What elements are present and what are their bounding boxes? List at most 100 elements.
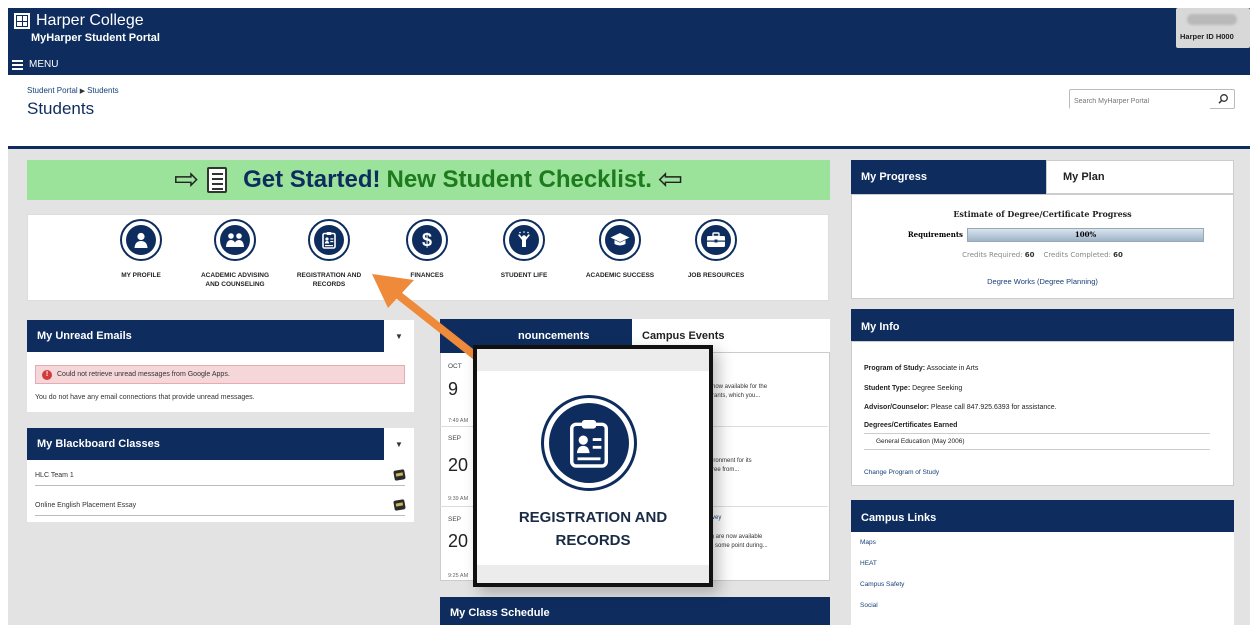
search-box bbox=[1069, 89, 1235, 111]
blackboard-icon bbox=[393, 499, 406, 511]
quick-link-registration-records[interactable]: REGISTRATION AND RECORDS bbox=[289, 219, 369, 290]
announcement-day: 20 bbox=[448, 455, 469, 475]
class-schedule-header: My Class Schedule bbox=[440, 597, 830, 625]
campus-link-safety[interactable]: Campus Safety bbox=[860, 581, 904, 588]
quick-link-job-resources[interactable]: JOB RESOURCES bbox=[676, 219, 756, 281]
college-name: Harper College bbox=[36, 12, 144, 29]
blackboard-class-name: HLC Team 1 bbox=[35, 472, 74, 479]
search-icon[interactable] bbox=[1217, 93, 1229, 105]
announcement-text-line2: ree from... bbox=[712, 467, 740, 473]
search-input[interactable] bbox=[1070, 92, 1210, 111]
zoom-label: REGISTRATION AND RECORDS bbox=[477, 506, 709, 553]
email-empty-message: You do not have any email connections th… bbox=[35, 394, 255, 401]
requirements-progress-bar: 100% bbox=[967, 228, 1204, 242]
blackboard-class-name: Online English Placement Essay bbox=[35, 502, 137, 509]
progress-tabs: My Progress My Plan bbox=[851, 160, 1234, 194]
page-title: Students bbox=[27, 99, 95, 118]
campus-link-social[interactable]: Social bbox=[860, 602, 878, 609]
campus-link-heat[interactable]: HEAT bbox=[860, 560, 877, 567]
degrees-label: Degrees/Certificates Earned bbox=[864, 422, 958, 429]
campus-links-header: Campus Links bbox=[851, 500, 1234, 532]
quick-link-label: ACADEMIC ADVISING AND COUNSELING bbox=[200, 272, 269, 288]
redacted-user-name bbox=[1187, 14, 1237, 25]
change-program-link[interactable]: Change Program of Study bbox=[864, 469, 939, 476]
advisor-row: Advisor/Counselor: Please call 847.925.6… bbox=[864, 404, 1057, 411]
breadcrumb-root[interactable]: Student Portal bbox=[27, 86, 78, 95]
tab-my-plan[interactable]: My Plan bbox=[1046, 160, 1234, 194]
degrees-row: Degrees/Certificates Earned bbox=[864, 422, 957, 429]
hamburger-icon bbox=[12, 59, 23, 70]
degree-earned: General Education (May 2006) bbox=[876, 438, 965, 445]
requirements-percent: 100% bbox=[1074, 230, 1097, 239]
announcement-day: 20 bbox=[448, 531, 469, 551]
campus-links-title: Campus Links bbox=[861, 512, 937, 524]
checklist-title-part1: Get Started! bbox=[243, 166, 381, 193]
degree-works-link[interactable]: Degree Works (Degree Planning) bbox=[852, 277, 1233, 286]
quick-link-label: MY PROFILE bbox=[121, 272, 161, 279]
new-student-checklist-banner[interactable]: ⇨ Get Started! New Student Checklist. ⇦ bbox=[27, 160, 830, 200]
blackboard-class-row[interactable]: HLC Team 1 bbox=[35, 468, 406, 486]
unread-emails-header: My Unread Emails ▼ bbox=[27, 320, 414, 352]
degrees-divider bbox=[864, 449, 1210, 450]
progress-body: Estimate of Degree/Certificate Progress … bbox=[851, 194, 1234, 299]
harper-logo[interactable]: Harper College bbox=[14, 12, 144, 30]
credits-completed-value: 60 bbox=[1113, 251, 1123, 259]
chevron-down-icon: ▼ bbox=[395, 439, 403, 449]
quick-link-academic-success[interactable]: ACADEMIC SUCCESS bbox=[580, 219, 660, 281]
student-type-label: Student Type: bbox=[864, 385, 911, 392]
menu-button[interactable]: MENU bbox=[12, 59, 58, 70]
harper-logo-icon bbox=[14, 13, 30, 29]
advisor-value: Please call 847.925.6393 for assistance. bbox=[930, 404, 1057, 411]
program-label: Program of Study: bbox=[864, 365, 926, 372]
announcement-link[interactable]: vey bbox=[712, 515, 721, 521]
credits-required-label: Credits Required: bbox=[962, 251, 1023, 259]
tab-my-progress-label: My Progress bbox=[861, 171, 928, 183]
tab-campus-events-label: Campus Events bbox=[642, 329, 725, 342]
student-type-value: Degree Seeking bbox=[912, 385, 963, 392]
announcement-text: ) are now available l some point during..… bbox=[712, 533, 822, 551]
program-of-study-row: Program of Study: Associate in Arts bbox=[864, 365, 978, 372]
menu-label: MENU bbox=[29, 59, 59, 70]
tab-my-progress[interactable]: My Progress bbox=[851, 160, 1046, 194]
my-info-header: My Info bbox=[851, 309, 1234, 341]
portal-name: MyHarper Student Portal bbox=[31, 32, 160, 44]
email-error-alert: ! Could not retrieve unread messages fro… bbox=[35, 365, 405, 384]
tab-my-plan-label: My Plan bbox=[1063, 171, 1105, 183]
quick-link-student-life[interactable]: STUDENT LIFE bbox=[484, 219, 564, 281]
blackboard-class-row[interactable]: Online English Placement Essay bbox=[35, 498, 406, 516]
quick-link-my-profile[interactable]: MY PROFILE bbox=[101, 219, 181, 281]
campus-link-maps[interactable]: Maps bbox=[860, 539, 876, 546]
user-account-box[interactable]: Harper ID H000 bbox=[1176, 8, 1250, 48]
breadcrumb-separator-icon: ▶ bbox=[79, 88, 86, 95]
dollar-icon: $ bbox=[406, 219, 448, 261]
requirements-label: Requirements bbox=[897, 228, 967, 242]
arrow-right-icon: ⇨ bbox=[173, 163, 200, 196]
announcement-text-line1: now available for the bbox=[712, 384, 768, 390]
quick-link-academic-advising[interactable]: ACADEMIC ADVISING AND COUNSELING bbox=[195, 219, 275, 290]
tab-announcements-label: nouncements bbox=[518, 330, 590, 342]
zoom-callout: REGISTRATION AND RECORDS bbox=[473, 345, 713, 587]
top-header: Harper College MyHarper Student Portal M… bbox=[8, 8, 1250, 75]
breadcrumb-current: Students bbox=[87, 86, 119, 95]
announcement-text-line1: ) are now available bbox=[712, 534, 763, 540]
advisor-label: Advisor/Counselor: bbox=[864, 404, 929, 411]
blackboard-icon bbox=[393, 469, 406, 481]
announcement-month: SEP bbox=[448, 516, 462, 523]
person-celebrate-icon bbox=[503, 219, 545, 261]
blackboard-dropdown[interactable]: ▼ bbox=[384, 428, 414, 460]
breadcrumb: Student Portal ▶ Students bbox=[27, 86, 119, 95]
email-error-text: Could not retrieve unread messages from … bbox=[57, 371, 230, 378]
arrow-left-icon: ⇦ bbox=[657, 163, 684, 196]
zoom-top-strip bbox=[477, 349, 709, 371]
quick-link-label: JOB RESOURCES bbox=[687, 272, 745, 279]
blackboard-title: My Blackboard Classes bbox=[37, 438, 160, 450]
announcement-text: ironment for its ree from... bbox=[712, 457, 822, 475]
announcement-month: SEP bbox=[448, 435, 462, 442]
alert-icon: ! bbox=[42, 369, 52, 380]
quick-link-label: STUDENT LIFE bbox=[500, 272, 548, 279]
user-icon bbox=[120, 219, 162, 261]
quick-link-label: ACADEMIC SUCCESS bbox=[585, 272, 655, 279]
progress-heading: Estimate of Degree/Certificate Progress bbox=[953, 209, 1132, 219]
student-type-row: Student Type: Degree Seeking bbox=[864, 385, 962, 392]
user-id: Harper ID H000 bbox=[1180, 32, 1234, 41]
